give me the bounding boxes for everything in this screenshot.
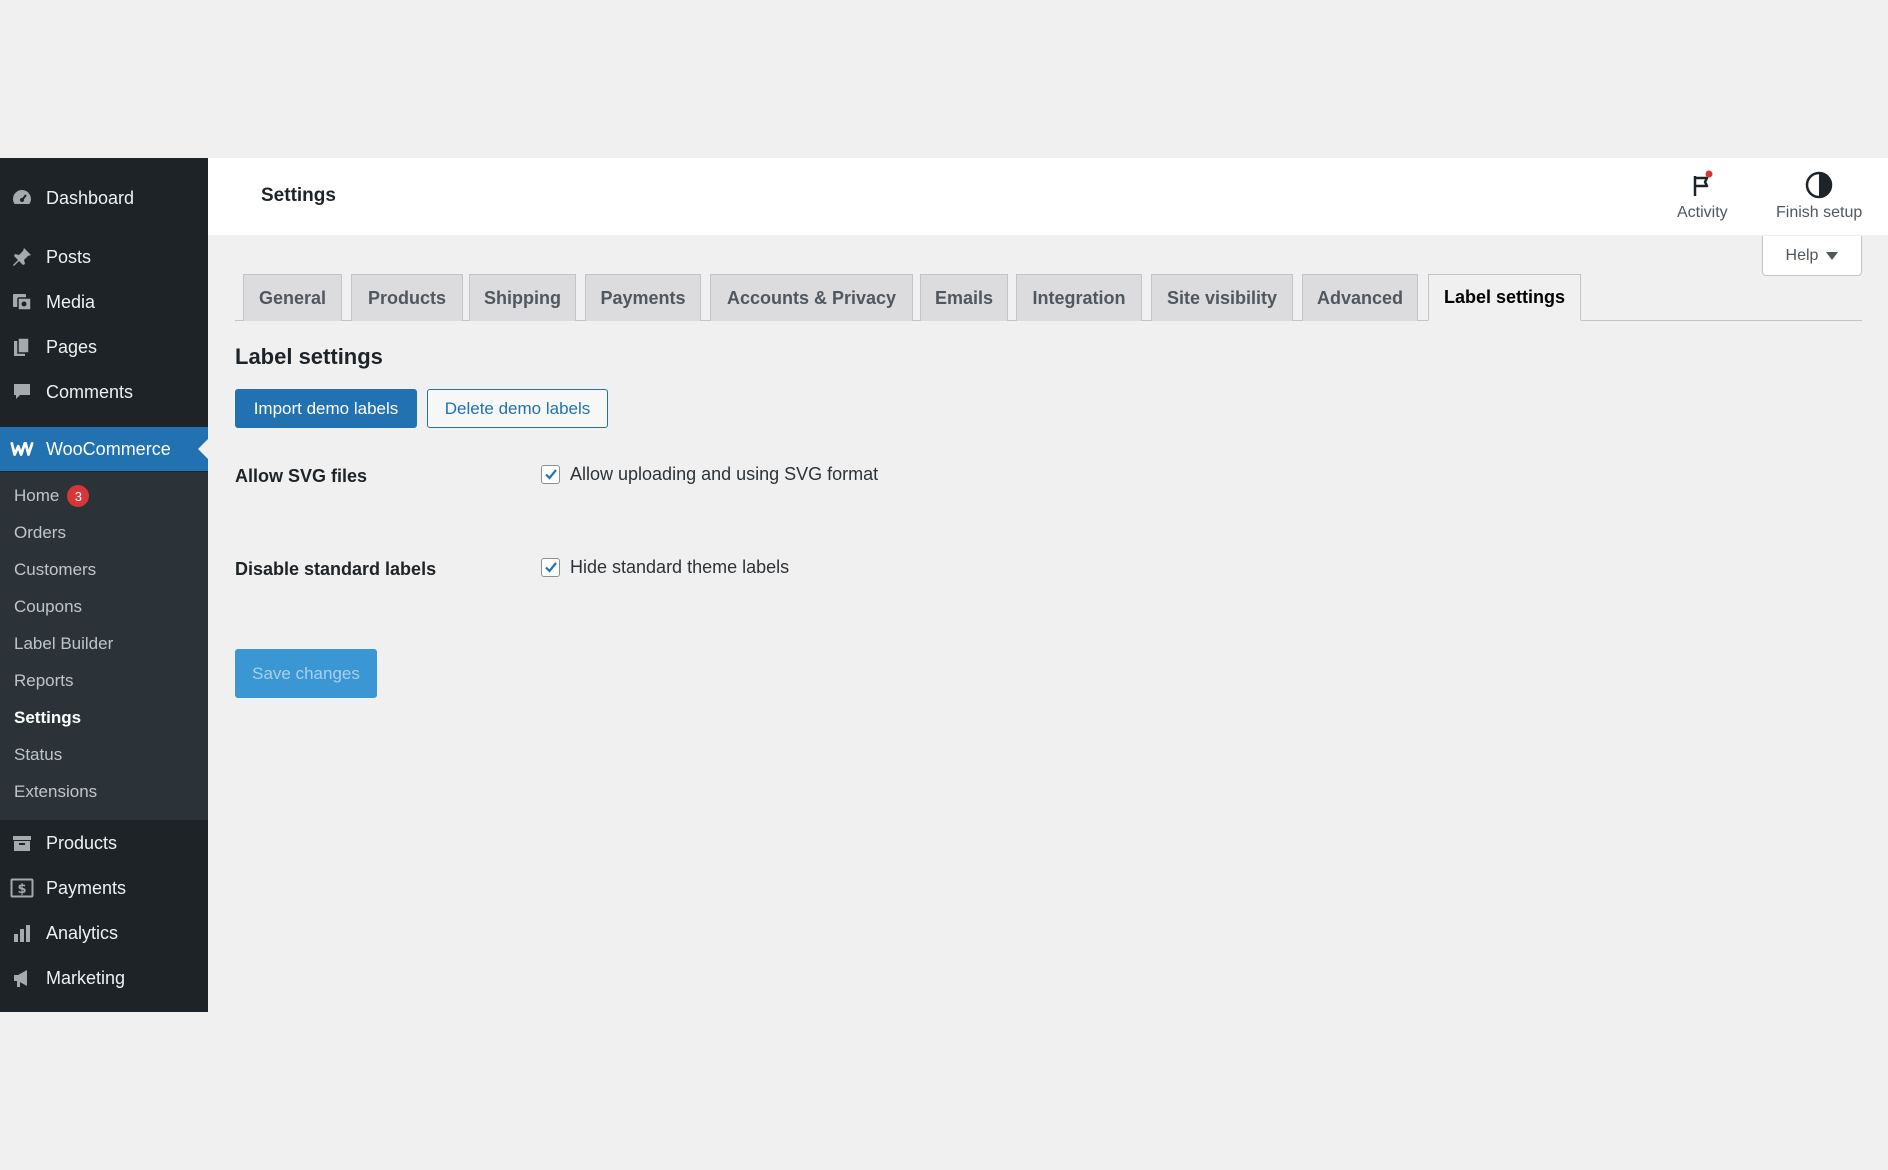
pages-icon	[10, 335, 34, 359]
help-button[interactable]: Help	[1762, 236, 1862, 276]
tab-integration[interactable]: Integration	[1016, 274, 1142, 321]
activity-button[interactable]: Activity	[1677, 170, 1728, 222]
submenu-item-settings[interactable]: Settings	[14, 706, 81, 730]
submenu-item-home[interactable]: Home 3	[14, 484, 90, 508]
woocommerce-submenu: Home 3 Orders Customers Coupons Label Bu…	[0, 472, 208, 820]
half-circle-icon	[1804, 170, 1834, 200]
tab-general[interactable]: General	[243, 274, 342, 321]
sidebar-item-analytics[interactable]: Analytics	[0, 911, 208, 955]
dollar-icon: $	[10, 876, 34, 900]
delete-demo-labels-button[interactable]: Delete demo labels	[427, 389, 608, 428]
hide-standard-labels-option-text: Hide standard theme labels	[570, 557, 790, 577]
admin-sidebar: Dashboard Posts Media Pages Comments Woo…	[0, 158, 208, 1012]
flag-icon	[1687, 170, 1717, 200]
submenu-item-label-builder[interactable]: Label Builder	[14, 632, 113, 656]
allow-svg-option: Allow uploading and using SVG format	[541, 464, 878, 485]
section-title: Label settings	[235, 344, 383, 369]
svg-text:$: $	[17, 882, 26, 897]
sidebar-item-dashboard[interactable]: Dashboard	[0, 176, 208, 220]
tab-site-visibility[interactable]: Site visibility	[1151, 274, 1293, 321]
sidebar-item-media[interactable]: Media	[0, 280, 208, 324]
tab-products[interactable]: Products	[351, 274, 463, 321]
allow-svg-label: Allow SVG files	[235, 466, 368, 486]
submenu-item-extensions[interactable]: Extensions	[14, 780, 97, 804]
sidebar-item-products[interactable]: Products	[0, 821, 208, 865]
submenu-item-coupons[interactable]: Coupons	[14, 595, 82, 619]
dashboard-icon	[10, 186, 34, 210]
tab-payments[interactable]: Payments	[585, 274, 701, 321]
tab-accounts-privacy[interactable]: Accounts & Privacy	[710, 274, 913, 321]
pin-icon	[10, 245, 34, 269]
sidebar-item-marketing[interactable]: Marketing	[0, 956, 208, 1000]
disable-standard-labels-label: Disable standard labels	[235, 559, 437, 579]
wp-admin-window: Dashboard Posts Media Pages Comments Woo…	[0, 158, 1888, 1012]
sidebar-item-comments[interactable]: Comments	[0, 370, 208, 414]
import-demo-labels-button[interactable]: Import demo labels	[235, 389, 417, 428]
submenu-item-customers[interactable]: Customers	[14, 558, 96, 582]
media-icon	[10, 290, 34, 314]
submenu-item-reports[interactable]: Reports	[14, 669, 74, 693]
submenu-item-orders[interactable]: Orders	[14, 521, 66, 545]
allow-svg-checkbox[interactable]	[541, 465, 560, 484]
comment-icon	[10, 380, 34, 404]
megaphone-icon	[10, 966, 34, 990]
tab-shipping[interactable]: Shipping	[469, 274, 576, 321]
archive-icon	[10, 831, 34, 855]
page-title: Settings	[261, 185, 336, 206]
bar-chart-icon	[10, 921, 34, 945]
finish-setup-button[interactable]: Finish setup	[1776, 170, 1862, 222]
sidebar-item-payments[interactable]: $ Payments	[0, 866, 208, 910]
notification-badge: 3	[67, 485, 90, 507]
woocommerce-icon	[10, 437, 34, 461]
disable-standard-labels-option: Hide standard theme labels	[541, 557, 789, 578]
sidebar-item-posts[interactable]: Posts	[0, 235, 208, 279]
sidebar-item-woocommerce[interactable]: WooCommerce	[0, 427, 208, 471]
tab-label-settings[interactable]: Label settings	[1428, 274, 1581, 321]
tab-advanced[interactable]: Advanced	[1302, 274, 1418, 321]
page-header: Settings Activity Finish setup	[208, 158, 1888, 235]
tab-emails[interactable]: Emails	[920, 274, 1008, 321]
allow-svg-option-text: Allow uploading and using SVG format	[570, 464, 879, 484]
caret-down-icon	[1826, 251, 1839, 260]
submenu-item-status[interactable]: Status	[14, 743, 62, 767]
save-changes-button[interactable]: Save changes	[235, 649, 377, 698]
hide-standard-labels-checkbox[interactable]	[541, 558, 560, 577]
sidebar-item-pages[interactable]: Pages	[0, 325, 208, 369]
